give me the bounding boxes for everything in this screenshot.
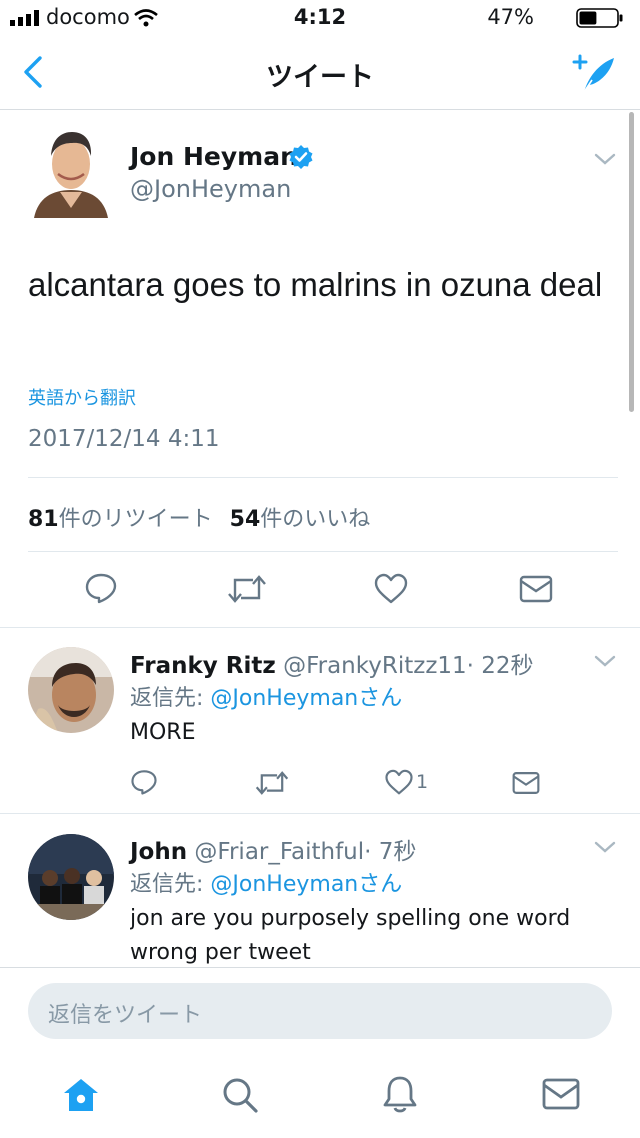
message-icon[interactable] (519, 575, 553, 603)
retweet-icon[interactable] (227, 574, 267, 604)
author-name[interactable]: Jon Heyman (130, 142, 298, 171)
tweet-text: alcantara goes to malrins in ozuna deal (28, 266, 603, 303)
reply-text: MORE (130, 720, 196, 745)
like-count[interactable]: 54 (230, 507, 261, 532)
author-handle[interactable]: @JonHeyman (130, 175, 291, 203)
reply-author-photo (28, 647, 114, 733)
divider (0, 967, 640, 968)
message-icon[interactable] (512, 771, 540, 795)
navigation-bar: ツイート (0, 36, 640, 110)
divider (28, 551, 618, 552)
messages-icon[interactable] (542, 1078, 580, 1110)
verified-badge-icon (289, 145, 313, 169)
reply-to-handle[interactable]: @JonHeymanさん (210, 872, 402, 897)
divider (0, 813, 640, 814)
status-bar: docomo 4:12 47% (0, 0, 640, 36)
reply-icon[interactable] (130, 768, 158, 796)
reply-time: · 7秒 (364, 839, 417, 865)
chevron-down-icon[interactable] (593, 150, 617, 168)
tab-bar (0, 1058, 640, 1138)
clock: 4:12 (293, 5, 347, 29)
chevron-down-icon[interactable] (593, 652, 617, 670)
reply-time: · 22秒 (466, 653, 534, 679)
reply-header: Franky Ritz @FrankyRitzz11· 22秒 (130, 646, 534, 680)
retweet-count[interactable]: 81 (28, 507, 59, 532)
reply-icon[interactable] (84, 572, 118, 604)
reply-input[interactable]: 返信をツイート (28, 983, 612, 1039)
reply-author-handle[interactable]: @Friar_Faithful (194, 839, 364, 865)
page-title: ツイート (266, 62, 374, 93)
author-photo (30, 126, 112, 218)
divider (28, 477, 618, 478)
like-icon[interactable] (384, 769, 414, 796)
scroll-indicator[interactable] (629, 112, 634, 412)
home-icon[interactable] (62, 1076, 100, 1114)
reply-to-prefix: 返信先: (130, 872, 211, 897)
battery-percent: 47% (487, 5, 534, 29)
like-icon[interactable] (373, 573, 409, 605)
reply-header: John @Friar_Faithful· 7秒 (130, 832, 416, 866)
reply-avatar[interactable] (28, 834, 114, 920)
engagement-stats: 81件のリツイート 54件のいいね (28, 501, 370, 533)
reply-like-count: 1 (416, 771, 429, 793)
reply-input-placeholder: 返信をツイート (48, 1003, 203, 1028)
reply-author-name[interactable]: John (130, 839, 187, 865)
battery-icon (576, 8, 623, 28)
reply-to-line: 返信先: @JonHeymanさん (130, 866, 402, 898)
author-avatar[interactable] (30, 126, 112, 218)
reply-to-handle[interactable]: @JonHeymanさん (210, 686, 402, 711)
tweet-timestamp: 2017/12/14 4:11 (28, 426, 220, 452)
retweet-icon[interactable] (255, 770, 289, 796)
retweet-label[interactable]: 件のリツイート (59, 507, 213, 532)
reply-author-handle[interactable]: @FrankyRitzz11 (283, 653, 467, 679)
reply-avatar[interactable] (28, 647, 114, 733)
reply-to-line: 返信先: @JonHeymanさん (130, 680, 402, 712)
reply-author-name[interactable]: Franky Ritz (130, 653, 276, 679)
chevron-down-icon[interactable] (593, 838, 617, 856)
reply-to-prefix: 返信先: (130, 686, 211, 711)
translate-link[interactable]: 英語から翻訳 (28, 384, 136, 410)
notifications-icon[interactable] (382, 1074, 418, 1114)
reply-text: jon are you purposely spelling one word … (130, 906, 571, 965)
compose-tweet-icon[interactable] (570, 52, 618, 94)
like-label[interactable]: 件のいいね (260, 507, 370, 532)
reply-author-photo (28, 834, 114, 920)
search-icon[interactable] (221, 1076, 259, 1114)
divider (0, 627, 640, 628)
